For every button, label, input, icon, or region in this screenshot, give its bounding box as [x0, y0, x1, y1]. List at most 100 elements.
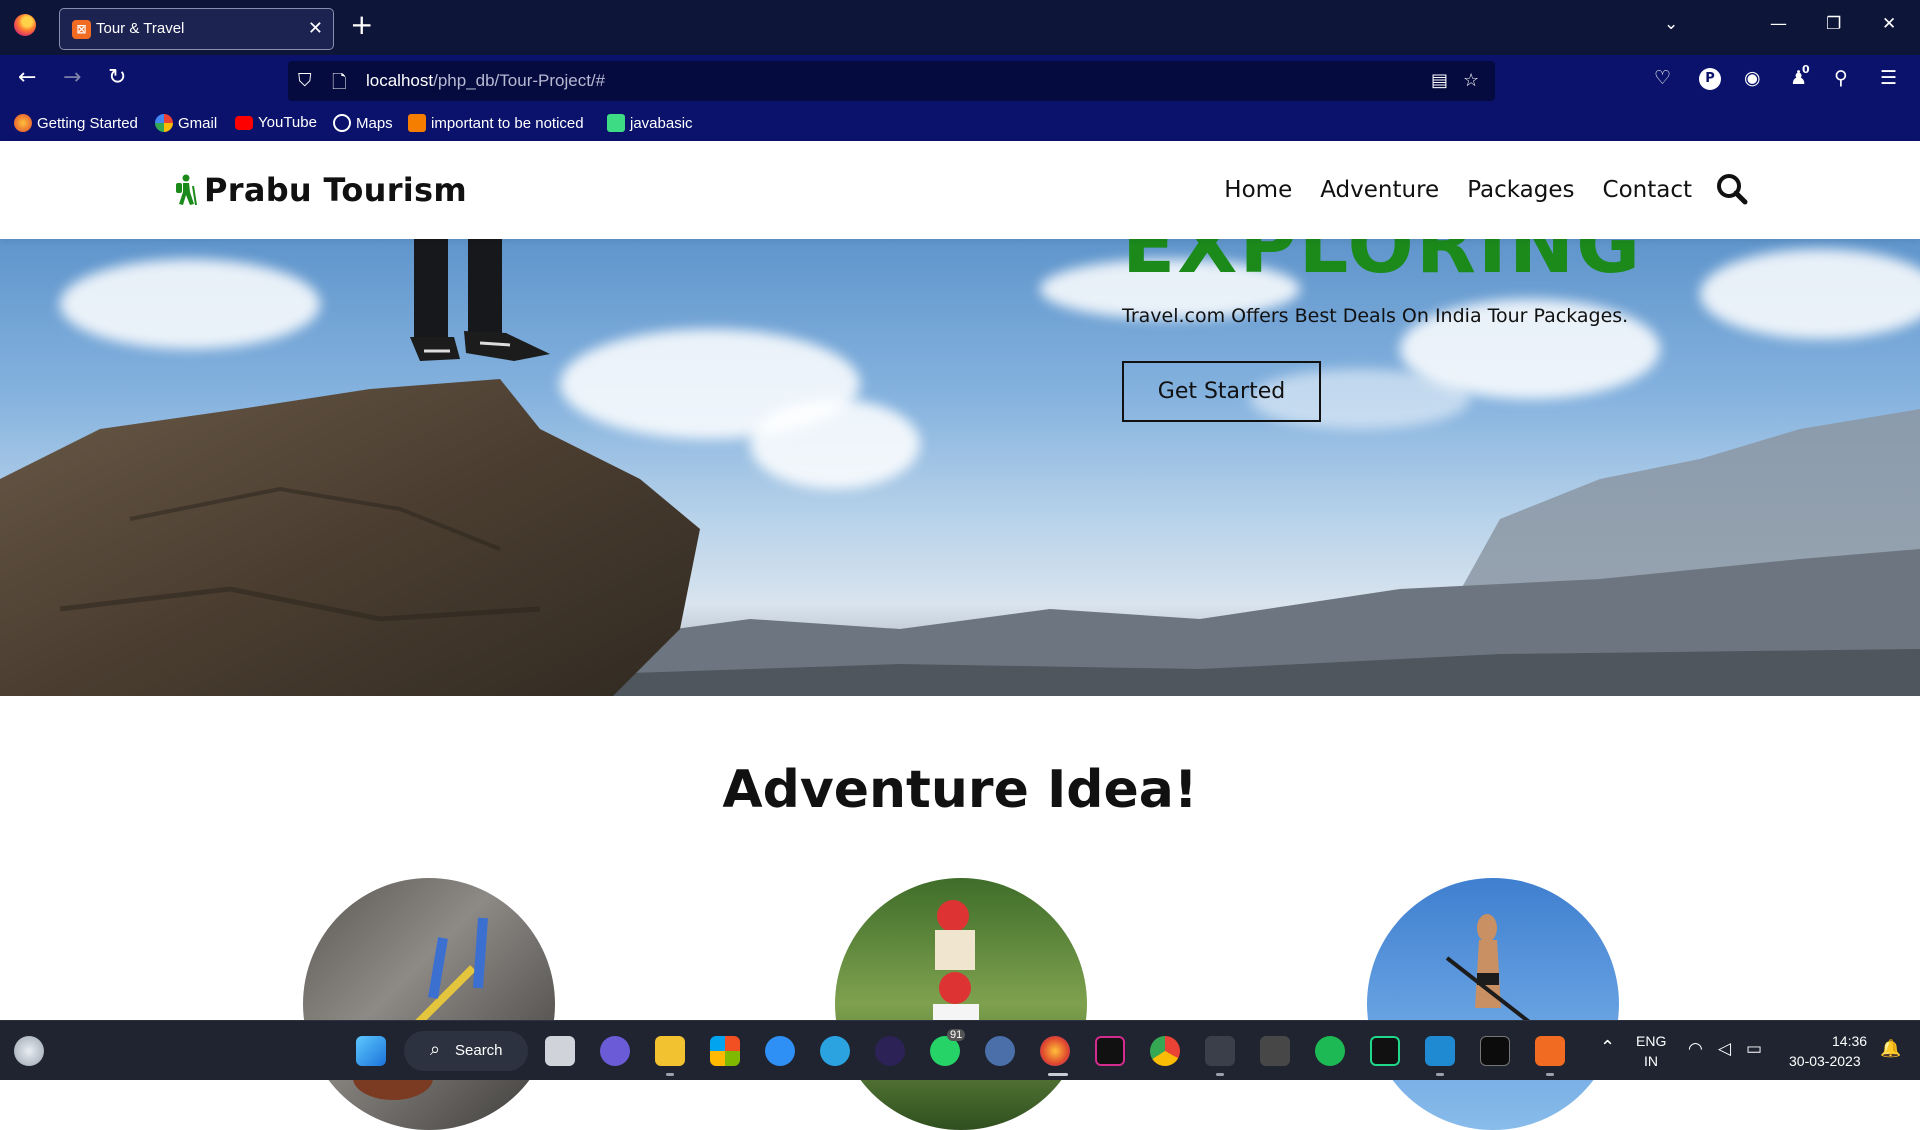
microsoft-store-icon[interactable] [710, 1036, 740, 1066]
windows-start-icon[interactable] [356, 1036, 386, 1066]
weather-icon[interactable] [14, 1036, 44, 1066]
xampp-favicon-icon: ⊠ [72, 20, 91, 39]
bookmark-javabasic[interactable]: javabasic [607, 114, 693, 132]
page-icon[interactable]: 🗋 [332, 70, 346, 100]
section-title: Adventure Idea! [722, 760, 1198, 820]
minimize-button[interactable]: — [1770, 14, 1787, 34]
cloud [1700, 249, 1920, 339]
forward-button[interactable]: → [63, 65, 81, 90]
browser-tab-bar: ⊠ Tour & Travel ✕ + ⌄ — ❐ ✕ [0, 0, 1920, 55]
clock-time[interactable]: 14:36 [1832, 1033, 1867, 1049]
bookmark-label: YouTube [258, 114, 317, 131]
sublime-text-icon[interactable] [1260, 1036, 1290, 1066]
profile-avatar[interactable]: P [1699, 68, 1721, 90]
adventure-image-zipline[interactable] [835, 878, 1087, 1130]
xampp-icon[interactable] [1535, 1036, 1565, 1066]
bookmark-maps[interactable]: Maps [333, 114, 393, 132]
search-icon: ⌕ [430, 1039, 441, 1059]
site-header: Prabu Tourism Home Adventure Packages Co… [0, 141, 1920, 239]
zipline-figures [855, 900, 1065, 1064]
list-all-tabs-icon[interactable]: ⌄ [1664, 14, 1678, 34]
bookmark-label: Getting Started [37, 114, 138, 132]
nav-contact[interactable]: Contact [1603, 177, 1692, 203]
running-indicator [1048, 1073, 1068, 1076]
shield-icon[interactable]: ⛉ [298, 70, 312, 91]
vscode-icon[interactable] [1425, 1036, 1455, 1066]
hero-section: EXPLORING Travel.com Offers Best Deals O… [0, 239, 1920, 696]
adventure-image-climbing[interactable] [303, 878, 555, 1130]
youtube-icon [235, 115, 253, 130]
extension-glasses-icon[interactable]: ◉ [1744, 67, 1761, 89]
nav-adventure[interactable]: Adventure [1320, 177, 1439, 203]
command-prompt-icon[interactable] [1480, 1036, 1510, 1066]
running-indicator [1216, 1073, 1224, 1076]
bookmark-star-icon[interactable]: ☆ [1463, 70, 1479, 91]
restore-button[interactable]: ❐ [1826, 14, 1841, 34]
get-help-icon[interactable] [765, 1036, 795, 1066]
close-tab-icon[interactable]: ✕ [308, 18, 323, 39]
blogger-icon [408, 114, 426, 132]
firefox-icon[interactable] [14, 14, 36, 36]
firefox-icon [14, 114, 32, 132]
bookmark-label: Maps [356, 114, 393, 132]
nav-packages[interactable]: Packages [1467, 177, 1574, 203]
clock-date[interactable]: 30-03-2023 [1789, 1053, 1861, 1069]
notification-bell-icon[interactable]: 🔔 [1880, 1039, 1901, 1059]
task-view-icon[interactable] [545, 1036, 575, 1066]
menu-hamburger-icon[interactable]: ☰ [1880, 67, 1897, 89]
show-hidden-icons[interactable]: ⌃ [1600, 1037, 1615, 1058]
tab-tour-travel[interactable]: ⊠ Tour & Travel ✕ [59, 8, 334, 50]
chrome-icon[interactable] [1150, 1036, 1180, 1066]
get-started-button[interactable]: Get Started [1122, 361, 1321, 422]
intellij-icon[interactable] [1095, 1036, 1125, 1066]
bookmark-label: Gmail [178, 114, 218, 132]
reload-button[interactable]: ↻ [108, 65, 126, 90]
battery-icon[interactable]: ▭ [1746, 1039, 1762, 1059]
spotify-icon[interactable] [1315, 1036, 1345, 1066]
bookmark-label: important to be noticed [431, 114, 584, 132]
main-nav: Home Adventure Packages Contact [1224, 177, 1692, 203]
search-icon[interactable] [1716, 173, 1748, 205]
rock-cliff [0, 379, 700, 696]
file-explorer-icon[interactable] [655, 1036, 685, 1066]
volume-icon[interactable]: ◁ [1718, 1039, 1731, 1059]
browser-toolbar: ← → ↻ ⛉ 🗋 localhost/php_db/Tour-Project/… [0, 55, 1920, 107]
running-indicator [1436, 1073, 1444, 1076]
bookmark-important[interactable]: important to be noticed [408, 114, 584, 132]
wifi-icon[interactable]: ◠ [1688, 1039, 1703, 1059]
pocket-icon[interactable]: ♡ [1654, 67, 1671, 89]
running-indicator [1546, 1073, 1554, 1076]
google-icon [155, 114, 173, 132]
teams-chat-icon[interactable] [600, 1036, 630, 1066]
extensions-puzzle-icon[interactable]: ⚲ [1834, 67, 1848, 89]
language-bottom[interactable]: IN [1644, 1053, 1658, 1069]
pycharm-icon[interactable] [1370, 1036, 1400, 1066]
hero-heading: EXPLORING [1122, 239, 1643, 291]
bookmarks-bar: Getting Started Gmail YouTube Maps impor… [0, 107, 1920, 141]
bookmark-gmail[interactable]: Gmail [155, 114, 217, 132]
firefox-icon[interactable] [1040, 1036, 1070, 1066]
url-bar[interactable]: ⛉ 🗋 localhost/php_db/Tour-Project/# ▤ ☆ [288, 61, 1495, 101]
back-button[interactable]: ← [18, 65, 36, 90]
bookmark-youtube[interactable]: YouTube [235, 114, 317, 131]
language-top[interactable]: ENG [1636, 1033, 1666, 1049]
nav-home[interactable]: Home [1224, 177, 1292, 203]
taskbar-search[interactable]: ⌕ Search [404, 1031, 528, 1071]
reader-view-icon[interactable]: ▤ [1431, 70, 1448, 91]
close-window-button[interactable]: ✕ [1882, 14, 1896, 34]
site-logo[interactable]: Prabu Tourism [172, 171, 467, 209]
eclipse-icon[interactable] [875, 1036, 905, 1066]
climber-figure [353, 917, 488, 1100]
terminal-icon[interactable] [1205, 1036, 1235, 1066]
brand-name: Prabu Tourism [204, 171, 468, 209]
hero-subtitle: Travel.com Offers Best Deals On India To… [1122, 305, 1629, 327]
settings-gear-icon[interactable] [985, 1036, 1015, 1066]
globe-icon [333, 114, 351, 132]
bookmark-label: javabasic [630, 114, 693, 132]
new-tab-button[interactable]: + [350, 11, 373, 39]
url-text[interactable]: localhost/php_db/Tour-Project/# [366, 71, 605, 91]
telegram-icon[interactable] [820, 1036, 850, 1066]
whatsapp-badge: 91 [947, 1029, 966, 1041]
bookmark-getting-started[interactable]: Getting Started [14, 114, 138, 132]
adventure-image-paddleboard[interactable] [1367, 878, 1619, 1130]
